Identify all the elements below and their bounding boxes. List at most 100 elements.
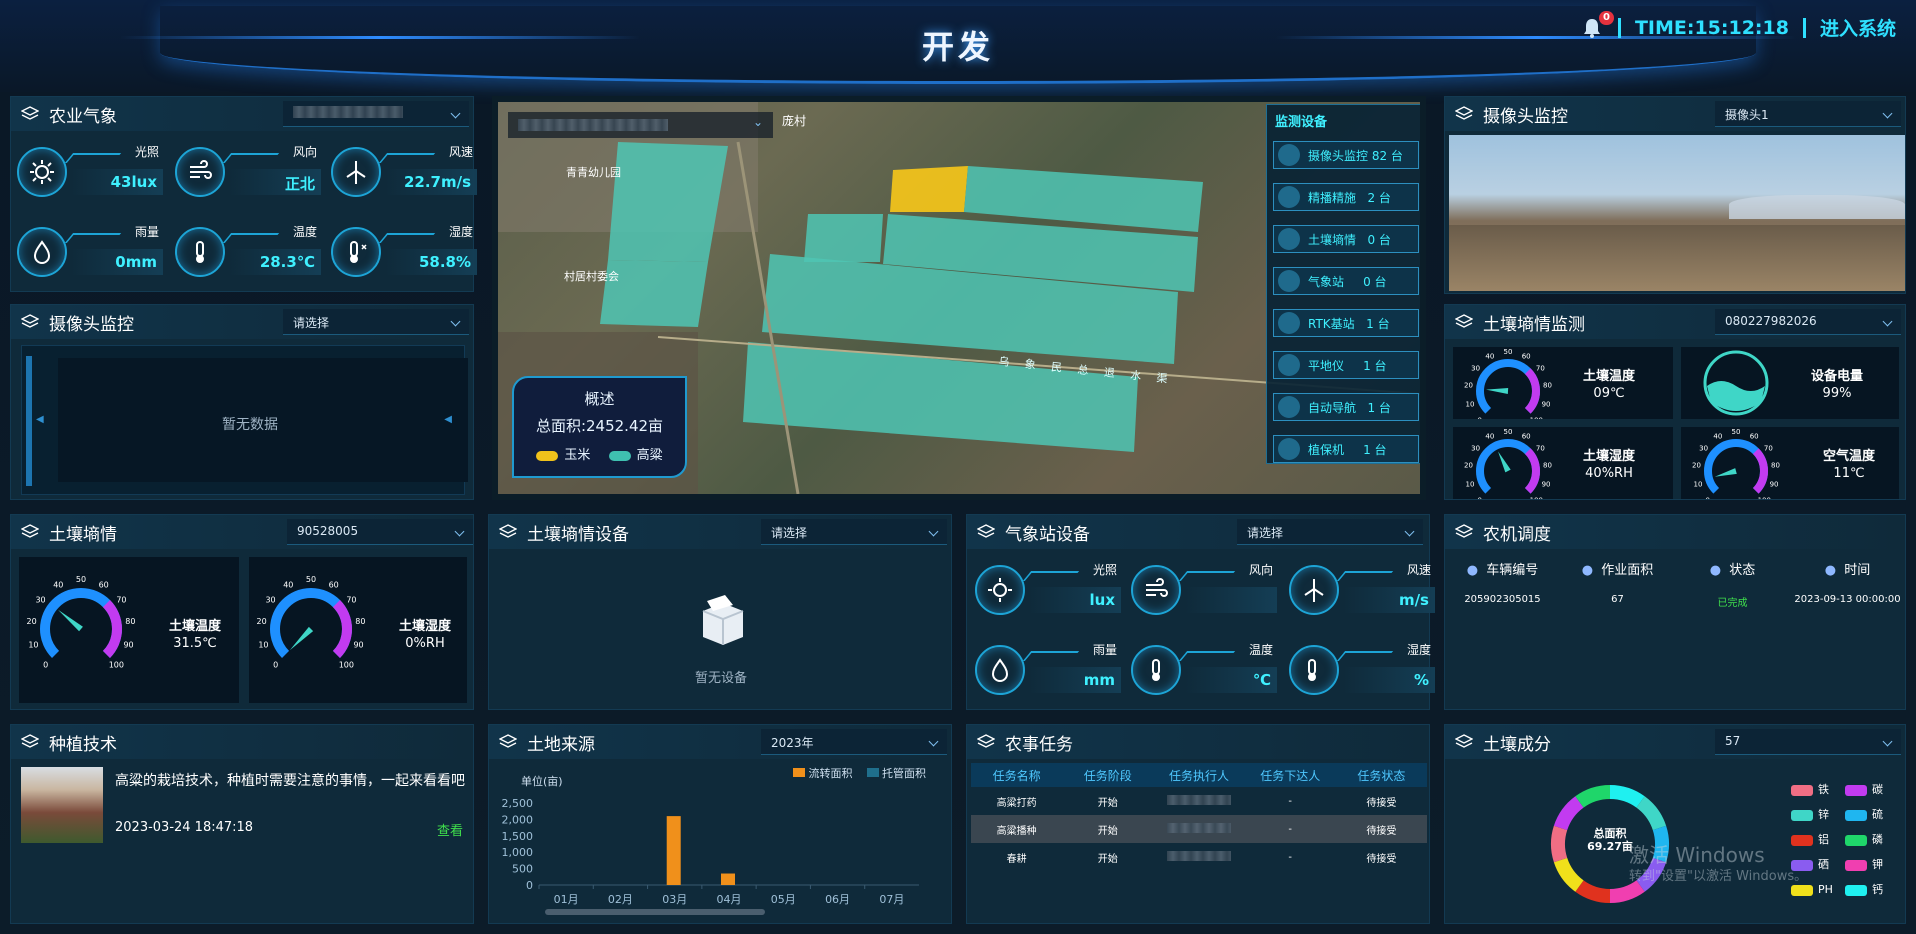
legend-item: 钾: [1845, 856, 1899, 872]
next-arrow-icon[interactable]: ◀: [444, 414, 452, 425]
gauge-card: 0 10 20 30 40 50 60 70 80 90 100 土壤温度 31.5℃: [19, 557, 239, 703]
device-count: 82 台: [1371, 148, 1403, 163]
y-tick-label: 2,000: [502, 813, 534, 826]
view-link[interactable]: 查看: [437, 820, 463, 839]
map-panel: ⌄ 庞村 青青幼儿园 村居村委会 乌 象 民 总 退 水 渠 概述 总面积:24…: [492, 96, 1426, 500]
overview-total: 总面积:2452.42亩: [535, 417, 664, 435]
table-row[interactable]: 高粱播种 开始 - 待接受: [971, 815, 1427, 843]
gauge-value: 11℃: [1833, 466, 1865, 481]
weather-item: 雨量 0mm: [17, 221, 167, 281]
y-tick-label: 1,500: [502, 830, 534, 843]
chart-scrollbar[interactable]: [545, 909, 765, 915]
chevron-down-icon: ⌄: [752, 115, 763, 129]
legend-label: 铁: [1818, 783, 1829, 796]
task-panel: 农事任务 任务名称 任务阶段 任务执行人 任务下达人 任务状态 高粱打药 开始 …: [966, 724, 1430, 924]
gauge-tick-label: 20: [27, 617, 37, 626]
layers-icon: [20, 314, 41, 330]
y-tick-label: 2,500: [502, 797, 534, 810]
blurred-value: [1167, 850, 1231, 861]
device-name: 植保机: [1308, 442, 1345, 457]
weather-value: 0mm: [71, 249, 163, 275]
enter-system-link[interactable]: 进入系统: [1820, 14, 1896, 41]
soil-temp-gauge: 0 10 20 30 40 50 60 70 80 90 100: [1464, 348, 1552, 424]
station-label: 风向: [1248, 563, 1273, 577]
task-table: 任务名称 任务阶段 任务执行人 任务下达人 任务状态 高粱打药 开始 - 待接受…: [971, 763, 1427, 871]
table-row[interactable]: 205902305015 67 已完成 2023-09-13 00:00:00: [1445, 594, 1907, 609]
soil-humidity-gauge: 0 10 20 30 40 50 60 70 80 90 100: [257, 575, 366, 669]
device-name: 自动导航: [1308, 400, 1357, 415]
gauge-tick-label: 10: [1465, 480, 1474, 488]
year-select[interactable]: 2023年: [761, 729, 947, 755]
station-label: 湿度: [1406, 643, 1431, 657]
satellite-map[interactable]: ⌄ 庞村 青青幼儿园 村居村委会 乌 象 民 总 退 水 渠 概述 总面积:24…: [498, 102, 1420, 494]
device-select[interactable]: 90528005: [287, 519, 473, 545]
gauge-tick-label: 80: [1771, 462, 1780, 470]
device-item[interactable]: 植保机 1 台: [1273, 435, 1419, 463]
layers-icon: [976, 524, 997, 540]
device-item[interactable]: 气象站 0 台: [1273, 267, 1419, 295]
corn-legend-swatch: [536, 450, 559, 461]
monitor-title: 监测设备: [1275, 115, 1328, 130]
device-item[interactable]: 精播精施 2 台: [1273, 183, 1419, 211]
gauge-label: 土壤湿度: [1583, 449, 1636, 464]
device-select[interactable]: 080227982026: [1715, 309, 1901, 335]
composition-select[interactable]: 57: [1715, 729, 1901, 755]
table-cell: 待接受: [1366, 853, 1397, 865]
soil-panel: 土壤墒情 90528005 0 10 20 30 40 50 60 70 80 90 100 土壤温…: [10, 514, 474, 710]
weather-value: 43lux: [71, 169, 163, 195]
gauge-tick-label: 30: [35, 596, 45, 605]
device-count: 1 台: [1363, 358, 1387, 373]
gauge-tick-label: 40: [53, 580, 63, 589]
table-cell: 2023-09-13 00:00:00: [1794, 594, 1901, 605]
column-header: 任务执行人: [1169, 768, 1230, 783]
chevron-down-icon: [450, 316, 461, 327]
device-select[interactable]: 请选择: [761, 519, 947, 545]
battery-value: 99%: [1822, 386, 1852, 401]
gauge-tick-label: 50: [1504, 348, 1513, 356]
device-item[interactable]: 自动导航 1 台: [1273, 393, 1419, 421]
map-search-bar[interactable]: ⌄: [508, 112, 773, 138]
legend-swatch: [1845, 784, 1867, 796]
gauge-tick-label: 70: [116, 596, 126, 605]
weather-value: 28.3℃: [229, 249, 321, 275]
weather-item: 光照 43lux: [17, 141, 167, 201]
land-panel: 土地来源 2023年 单位(亩) 流转面积 托管面积 0 500 1,000 1,50…: [488, 724, 952, 924]
gauge-tick-label: 40: [1485, 432, 1494, 440]
select-value: 57: [1725, 734, 1741, 748]
weather-item: 风速 22.7m/s: [331, 141, 481, 201]
device-item[interactable]: 土壤墒情 0 台: [1273, 225, 1419, 253]
battery-wave-icon: [1703, 350, 1769, 416]
device-name: 土壤墒情: [1308, 232, 1357, 247]
table-row[interactable]: 春耕 开始 - 待接受: [971, 843, 1427, 871]
gauge-arc: [1476, 359, 1540, 414]
station-label: 温度: [1248, 643, 1273, 657]
prev-arrow-icon[interactable]: ◀: [36, 414, 44, 425]
layers-icon: [20, 734, 41, 750]
camera-select[interactable]: 摄像头1: [1715, 101, 1901, 127]
wind-direction-icon: [175, 147, 225, 197]
gauge-tick-label: 70: [346, 596, 356, 605]
legend-label: 高粱: [636, 448, 663, 463]
device-item[interactable]: RTK基站 1 台: [1273, 309, 1419, 337]
device-item[interactable]: 平地仪 1 台: [1273, 351, 1419, 379]
weather-select[interactable]: [283, 101, 469, 127]
wind-direction-icon: [1131, 565, 1181, 615]
device-item[interactable]: 摄像头监控 82 台: [1273, 141, 1419, 169]
camera-feed[interactable]: [1449, 135, 1905, 291]
gauge-tick-label: 60: [1522, 432, 1531, 440]
gauge-tick-label: 50: [76, 575, 86, 584]
map-label: 村居村委会: [564, 270, 619, 283]
camera-select[interactable]: 请选择: [283, 309, 469, 335]
table-header: 任务名称 任务阶段 任务执行人 任务下达人 任务状态: [971, 763, 1427, 787]
gauge-arc-end: [1524, 368, 1540, 414]
layers-icon: [976, 734, 997, 750]
bell-icon[interactable]: 0: [1582, 10, 1614, 39]
device-name: 摄像头监控: [1308, 148, 1369, 163]
gauge-tick-label: 20: [1464, 382, 1473, 390]
table-row[interactable]: 高粱打药 开始 - 待接受: [971, 787, 1427, 815]
legend-item: 碳: [1845, 781, 1899, 797]
legend-label: 玉米: [564, 448, 591, 463]
station-select[interactable]: 请选择: [1237, 519, 1423, 545]
weather-label: 风向: [292, 145, 317, 159]
rain-drop-icon: [17, 227, 67, 277]
